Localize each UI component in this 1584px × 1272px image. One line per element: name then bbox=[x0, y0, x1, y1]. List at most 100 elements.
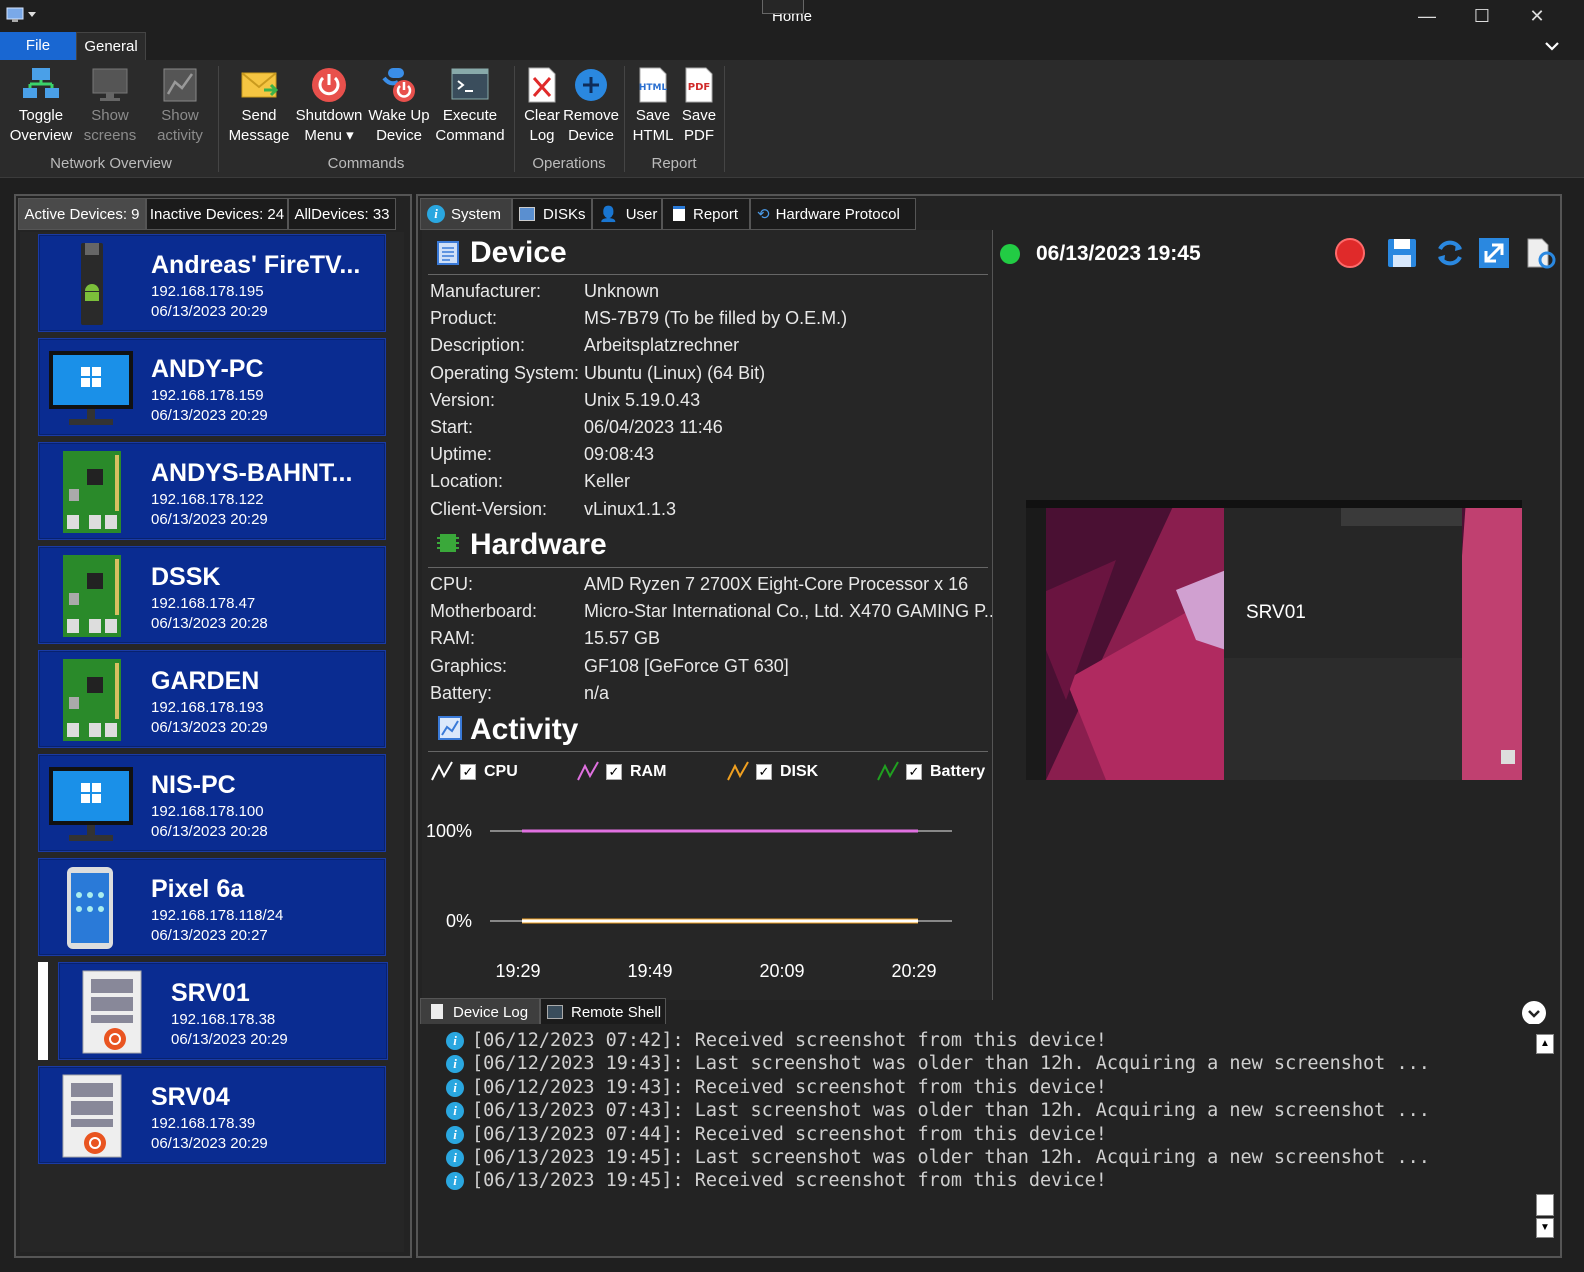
close-button[interactable]: ✕ bbox=[1510, 0, 1564, 32]
device-card[interactable]: DSSK 192.168.178.47 06/13/2023 20:28 bbox=[38, 546, 386, 644]
document-refresh-icon[interactable] bbox=[1524, 237, 1556, 269]
device-card[interactable]: Pixel 6a 192.168.178.118/24 06/13/2023 20:… bbox=[38, 858, 386, 956]
scroll-thumb[interactable] bbox=[1536, 1194, 1554, 1216]
device-ip: 192.168.178.195 bbox=[151, 283, 264, 300]
legend-label: CPU bbox=[484, 763, 518, 780]
expand-icon[interactable] bbox=[1478, 237, 1510, 269]
hardware-section-title: Hardware bbox=[470, 528, 607, 561]
log-entry: i [06/12/2023 19:43]: Received screenshot… bbox=[446, 1077, 1107, 1098]
device-ip: 192.168.178.47 bbox=[151, 595, 256, 612]
device-name: SRV04 bbox=[151, 1083, 230, 1111]
activity-icon bbox=[438, 716, 462, 740]
screenshot-timestamp: 06/13/2023 19:45 bbox=[1036, 242, 1201, 265]
ubuntu-server-icon bbox=[47, 1073, 137, 1159]
remote-screenshot[interactable]: SRV01 bbox=[1026, 500, 1522, 780]
show-screens-button[interactable]: Show screens bbox=[78, 64, 142, 146]
ribbon-separator bbox=[724, 66, 725, 172]
tab-inactive-devices[interactable]: Inactive Devices: 24 bbox=[146, 198, 288, 230]
activity-chart: 100% 0% 19:29 19:49 20:09 20:29 bbox=[426, 821, 952, 981]
x-tick-label: 20:09 bbox=[759, 961, 804, 981]
tab-system[interactable]: i System bbox=[420, 198, 512, 230]
save-pdf-label-1: Save bbox=[681, 107, 717, 124]
device-last-seen: 06/13/2023 20:28 bbox=[151, 615, 268, 632]
device-card[interactable]: GARDEN 192.168.178.193 06/13/2023 20:29 bbox=[38, 650, 386, 748]
tab-report[interactable]: Report bbox=[662, 198, 750, 230]
info-value: 06/04/2023 11:46 bbox=[584, 417, 723, 437]
wake-up-device-button[interactable]: Wake Up Device bbox=[366, 64, 432, 146]
file-tab[interactable]: File bbox=[0, 32, 76, 60]
title-grip[interactable] bbox=[762, 0, 804, 14]
legend-checkbox[interactable]: ✓ bbox=[606, 764, 622, 780]
device-card[interactable]: SRV01 192.168.178.38 06/13/2023 20:29 bbox=[58, 962, 388, 1060]
ribbon-collapse-icon[interactable] bbox=[1542, 36, 1562, 56]
clear-log-icon bbox=[523, 66, 561, 104]
log-entry: i [06/13/2023 19:45]: Last screenshot was… bbox=[446, 1147, 1430, 1168]
device-card[interactable]: ANDYS-BAHNT... 192.168.178.122 06/13/2023 … bbox=[38, 442, 386, 540]
device-card[interactable]: SRV04 192.168.178.39 06/13/2023 20:29 bbox=[38, 1066, 386, 1164]
record-button[interactable] bbox=[1335, 238, 1365, 268]
x-tick-label: 19:49 bbox=[627, 961, 672, 981]
terminal-icon bbox=[547, 1005, 563, 1019]
tab-user[interactable]: 👤 User bbox=[592, 198, 662, 230]
remove-device-button[interactable]: Remove Device bbox=[562, 64, 620, 146]
info-value: Micro-Star International Co., Ltd. X470 … bbox=[584, 601, 999, 622]
power-icon bbox=[310, 66, 348, 104]
tab-all-devices[interactable]: AllDevices: 33 bbox=[288, 198, 396, 230]
execute-command-button[interactable]: Execute Command bbox=[434, 64, 506, 146]
tab-device-log[interactable]: Device Log bbox=[420, 998, 540, 1026]
save-pdf-button[interactable]: PDF Save PDF bbox=[678, 64, 720, 146]
activity-chart-icon bbox=[161, 66, 199, 104]
info-label: CPU: bbox=[430, 574, 474, 594]
info-value: 15.57 GB bbox=[584, 628, 661, 649]
save-icon[interactable] bbox=[1386, 237, 1418, 269]
send-message-button[interactable]: Send Message bbox=[226, 64, 292, 146]
info-value: vLinux1.1.3 bbox=[584, 498, 677, 519]
device-card[interactable]: Andreas' FireTV... 192.168.178.195 06/13/2… bbox=[38, 234, 386, 332]
device-card[interactable]: ANDY-PC 192.168.178.159 06/13/2023 20:29 bbox=[38, 338, 386, 436]
x-tick-label: 20:29 bbox=[891, 961, 936, 981]
info-icon: i bbox=[446, 1149, 464, 1167]
info-label: Start: bbox=[430, 417, 474, 437]
ribbon-separator bbox=[624, 66, 625, 172]
tab-system-label: System bbox=[451, 206, 502, 223]
log-scrollbar[interactable]: ▲ ▼ bbox=[1534, 1030, 1556, 1242]
legend-checkbox[interactable]: ✓ bbox=[460, 764, 476, 780]
info-label: Version: bbox=[430, 389, 496, 410]
refresh-icon[interactable] bbox=[1434, 237, 1466, 269]
tab-hardware-protocol[interactable]: ⟲ Hardware Protocol bbox=[750, 198, 916, 230]
info-label: Product: bbox=[430, 308, 498, 329]
user-icon: 👤 bbox=[599, 206, 618, 223]
maximize-button[interactable]: ☐ bbox=[1455, 0, 1509, 32]
collapse-log-button[interactable] bbox=[1522, 1001, 1546, 1025]
shutdown-menu-button[interactable]: Shutdown Menu ▾ bbox=[294, 64, 364, 146]
device-card[interactable]: NIS-PC 192.168.178.100 06/13/2023 20:28 bbox=[38, 754, 386, 852]
clear-log-button[interactable]: Clear Log bbox=[520, 64, 564, 146]
tab-general[interactable]: General bbox=[76, 32, 146, 60]
info-label: Description: bbox=[430, 335, 526, 356]
device-ip: 192.168.178.159 bbox=[151, 387, 264, 404]
windows-monitor-icon bbox=[47, 345, 137, 431]
toggle-overview-button[interactable]: Toggle Overview bbox=[6, 64, 76, 146]
tab-remote-shell[interactable]: Remote Shell bbox=[540, 998, 666, 1026]
save-html-button[interactable]: HTML Save HTML bbox=[630, 64, 676, 146]
minimize-button[interactable]: — bbox=[1400, 0, 1454, 32]
tab-report-label: Report bbox=[693, 206, 739, 223]
show-activity-button[interactable]: Show activity bbox=[148, 64, 212, 146]
group-network-overview: Network Overview bbox=[50, 155, 172, 172]
scroll-up-button[interactable]: ▲ bbox=[1536, 1034, 1554, 1054]
tab-active-devices[interactable]: Active Devices: 9 bbox=[18, 198, 146, 230]
scroll-down-button[interactable]: ▼ bbox=[1536, 1218, 1554, 1238]
info-icon: i bbox=[446, 1078, 464, 1097]
log-text: [06/12/2023 19:43]: Received screenshot … bbox=[472, 1076, 1107, 1098]
y-tick-label: 100% bbox=[426, 821, 472, 841]
legend-checkbox[interactable]: ✓ bbox=[756, 764, 772, 780]
plus-circle-icon bbox=[572, 66, 610, 104]
legend-checkbox[interactable]: ✓ bbox=[906, 764, 922, 780]
log-entry: i [06/12/2023 19:43]: Last screenshot was… bbox=[446, 1053, 1430, 1074]
info-icon: i bbox=[427, 205, 445, 223]
ubuntu-server-icon bbox=[67, 969, 157, 1055]
disk-icon bbox=[519, 207, 535, 221]
device-last-seen: 06/13/2023 20:28 bbox=[151, 823, 268, 840]
legend-label: DISK bbox=[780, 763, 819, 780]
tab-disks[interactable]: DISKs bbox=[512, 198, 592, 230]
